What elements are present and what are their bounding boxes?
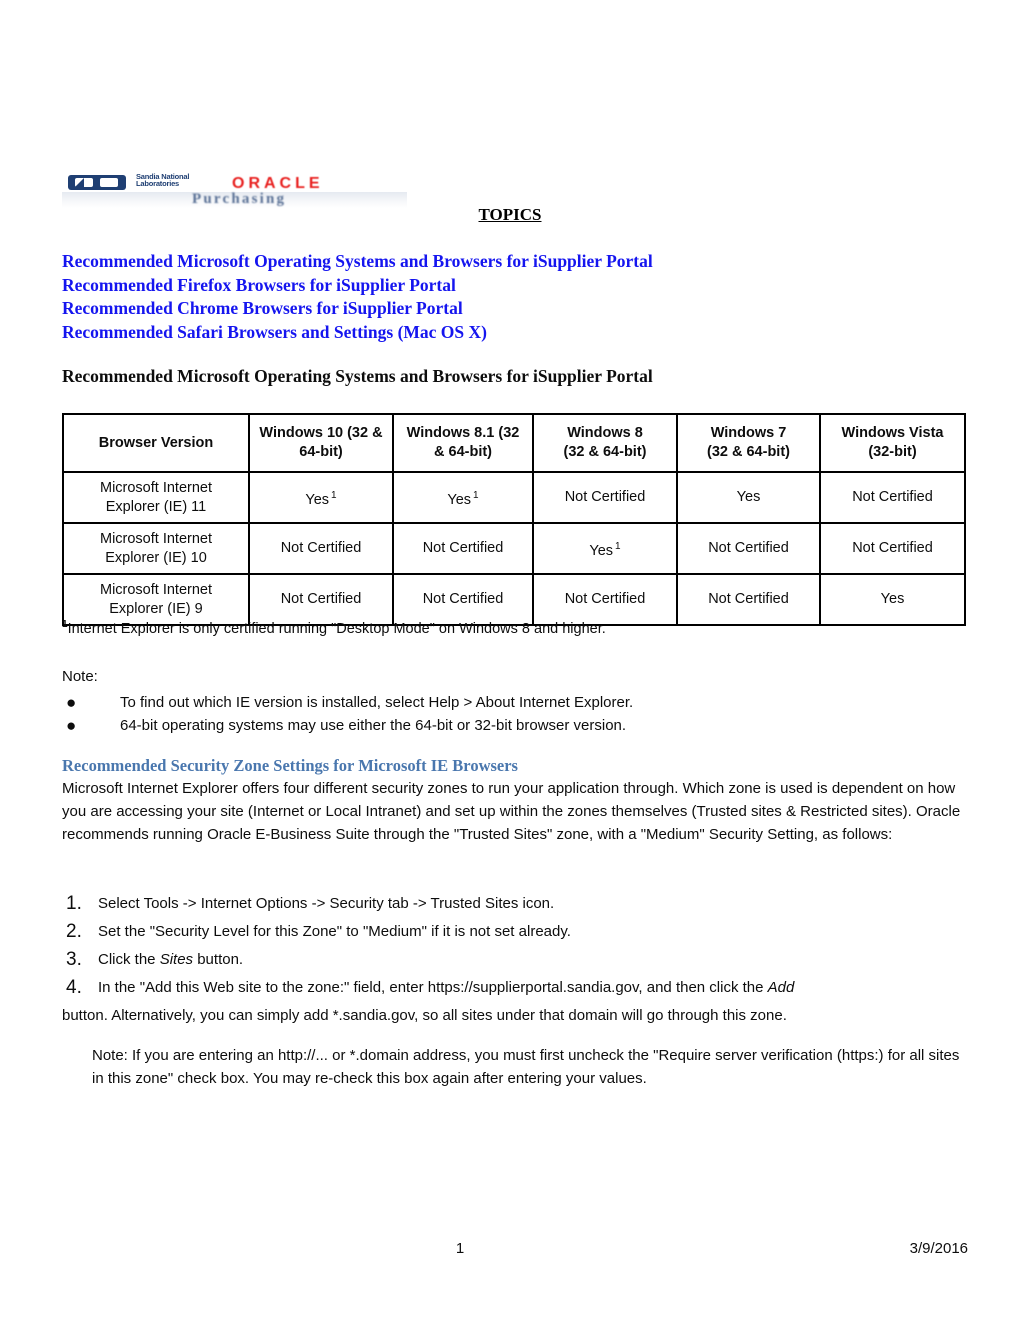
step-continuation-line: button. Alternatively, you can simply ad… — [62, 1002, 970, 1030]
table-header-browser-version: Browser Version — [62, 413, 250, 473]
list-item: ● To find out which IE version is instal… — [62, 691, 942, 714]
table-header-windows-10: Windows 10 (32 & 64-bit) — [248, 413, 394, 473]
table-cell-ie10-win7: Not Certified — [676, 522, 821, 575]
list-item: 1. Select Tools -> Internet Options -> S… — [62, 890, 970, 918]
topics-list: Recommended Microsoft Operating Systems … — [62, 250, 942, 344]
table-cell-ie11-win8: Not Certified — [532, 471, 678, 524]
footnote-text: Internet Explorer is only certified runn… — [67, 620, 606, 637]
footnote-ref-icon: 1 — [473, 489, 479, 501]
topic-link-chrome[interactable]: Recommended Chrome Browsers for iSupplie… — [62, 297, 942, 321]
table-cell-ie10-win81: Not Certified — [392, 522, 534, 575]
table-footnote: 1Internet Explorer is only certified run… — [62, 615, 606, 639]
topic-link-microsoft[interactable]: Recommended Microsoft Operating Systems … — [62, 250, 942, 274]
table-header-windows-81: Windows 8.1 (32 & 64-bit) — [392, 413, 534, 473]
note-item-text: 64-bit operating systems may use either … — [120, 717, 627, 734]
bullet-icon: ● — [66, 693, 77, 712]
security-steps-list: 1. Select Tools -> Internet Options -> S… — [62, 890, 970, 1030]
table-cell-ie10-vista: Not Certified — [819, 522, 966, 575]
list-item: 4. In the "Add this Web site to the zone… — [62, 974, 970, 1002]
topics-title: TOPICS — [478, 205, 542, 224]
step-number: 1. — [66, 893, 82, 914]
sandia-logo-text: Sandia National Laboratories — [136, 172, 190, 189]
security-zone-heading: Recommended Security Zone Settings for M… — [62, 756, 518, 775]
table-header-row: Browser Version Windows 10 (32 & 64-bit)… — [62, 413, 966, 473]
topic-link-safari[interactable]: Recommended Safari Browsers and Settings… — [62, 321, 942, 345]
note-label: Note: — [62, 668, 98, 685]
header-logo-banner: Sandia National Laboratories ORACLE Purc… — [62, 172, 407, 208]
table-row: Microsoft Internet Explorer (IE) 11 Yes 1… — [62, 471, 966, 524]
list-item: 2. Set the "Security Level for this Zone… — [62, 918, 970, 946]
step-text: In the "Add this Web site to the zone:" … — [98, 974, 970, 1002]
table-cell-browser-ie10: Microsoft Internet Explorer (IE) 10 — [62, 522, 250, 575]
browser-compatibility-table: Browser Version Windows 10 (32 & 64-bit)… — [62, 413, 966, 626]
table-cell-browser-ie11: Microsoft Internet Explorer (IE) 11 — [62, 471, 250, 524]
step-text-pre: Click the — [98, 951, 160, 968]
table-header-windows-vista: Windows Vista (32-bit) — [819, 413, 966, 473]
table-row: Microsoft Internet Explorer (IE) 10 Not … — [62, 522, 966, 575]
footnote-ref-icon: 1 — [615, 540, 621, 552]
table-cell-ie9-win7: Not Certified — [676, 573, 821, 626]
step-continuation-text: button. Alternatively, you can simply ad… — [62, 1007, 787, 1024]
step-number: 2. — [66, 921, 82, 942]
step-text: Select Tools -> Internet Options -> Secu… — [98, 895, 555, 912]
note-item-text: To find out which IE version is installe… — [120, 694, 634, 711]
table-header-windows-8: Windows 8 (32 & 64-bit) — [532, 413, 678, 473]
table-cell-ie11-vista: Not Certified — [819, 471, 966, 524]
footer-date: 3/9/2016 — [909, 1240, 968, 1257]
table-cell-ie9-vista: Yes — [819, 573, 966, 626]
sandia-logo-icon — [68, 175, 126, 190]
table-cell-ie10-win8: Yes 1 — [532, 522, 678, 575]
topic-link-firefox[interactable]: Recommended Firefox Browsers for iSuppli… — [62, 274, 942, 298]
section-heading-microsoft-os: Recommended Microsoft Operating Systems … — [62, 366, 653, 386]
footer-page-number: 1 — [455, 1240, 465, 1257]
step-text: Click the Sites button. — [98, 946, 970, 974]
list-item: ● 64-bit operating systems may use eithe… — [62, 714, 942, 737]
step-text-emphasis: Add — [767, 979, 795, 996]
step-text-pre: In the "Add this Web site to the zone:" … — [98, 979, 768, 996]
list-item: 3. Click the Sites button. — [62, 946, 970, 974]
step-text-emphasis: Sites — [159, 951, 194, 968]
table-header-windows-7: Windows 7 (32 & 64-bit) — [676, 413, 821, 473]
trailing-note-text: Note: If you are entering an http://... … — [92, 1047, 960, 1087]
step-text: Set the "Security Level for this Zone" t… — [98, 923, 571, 940]
step-number: 3. — [66, 949, 82, 970]
document-page: Sandia National Laboratories ORACLE Purc… — [0, 0, 1020, 1320]
table-cell-ie11-win81: Yes 1 — [392, 471, 534, 524]
table-cell-ie11-win10: Yes 1 — [248, 471, 394, 524]
footnote-ref-icon: 1 — [331, 489, 337, 501]
step-number: 4. — [66, 977, 82, 998]
note-bullet-list: ● To find out which IE version is instal… — [62, 691, 942, 737]
table-cell-ie10-win10: Not Certified — [248, 522, 394, 575]
security-zone-paragraph: Microsoft Internet Explorer offers four … — [62, 780, 961, 843]
bullet-icon: ● — [66, 716, 77, 735]
step-text-post: button. — [193, 951, 244, 968]
table-cell-ie11-win7: Yes — [676, 471, 821, 524]
